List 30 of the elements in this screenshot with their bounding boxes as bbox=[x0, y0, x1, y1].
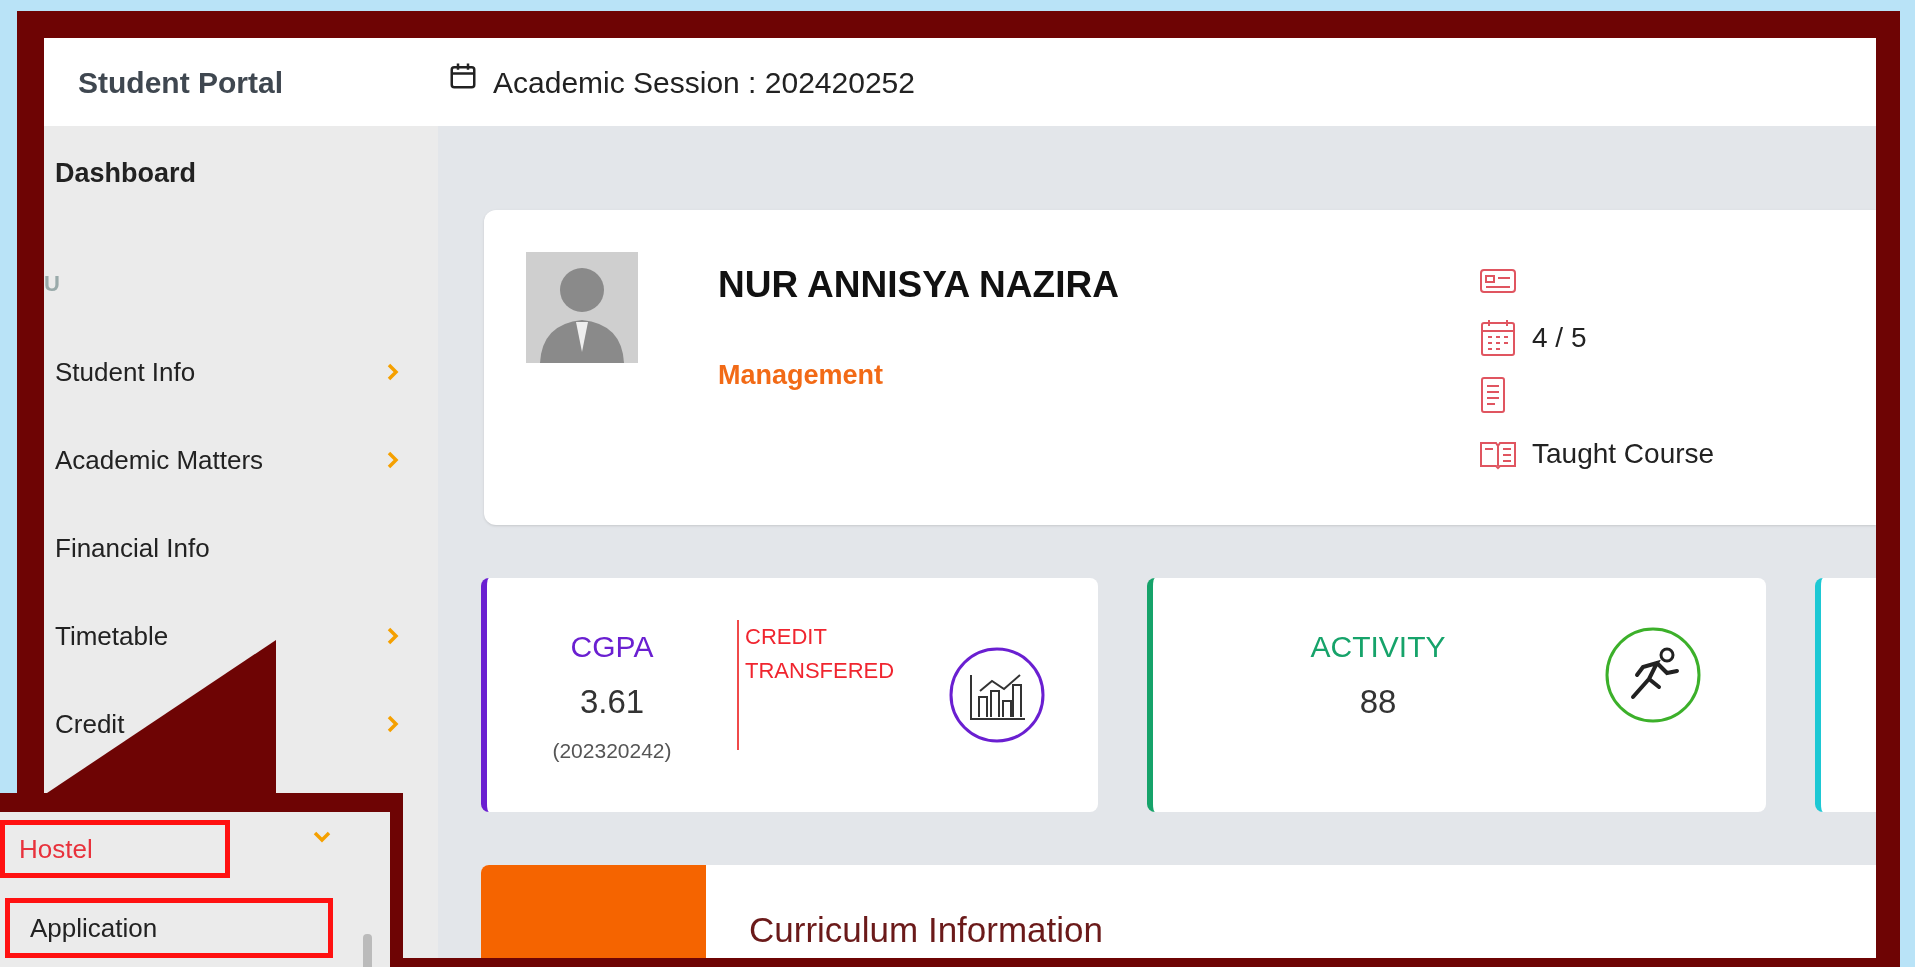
cgpa-session: (202320242) bbox=[552, 737, 672, 764]
academic-session: Academic Session : 202420252 bbox=[493, 64, 915, 101]
sidebar-heading[interactable]: Dashboard bbox=[44, 126, 438, 241]
sidebar-item[interactable]: Academic Matters bbox=[44, 416, 438, 504]
hostel-menu-item[interactable]: Hostel bbox=[0, 820, 230, 878]
section-label: U bbox=[44, 270, 61, 298]
activity-value: 88 bbox=[1359, 681, 1397, 722]
chevron-right-icon bbox=[386, 626, 400, 646]
scrollbar-thumb bbox=[363, 934, 372, 967]
sidebar-item[interactable]: Financial Info bbox=[44, 504, 438, 592]
student-name: NUR ANNISYA NAZIRA bbox=[718, 263, 1120, 307]
calendar-icon bbox=[448, 61, 478, 91]
detail-text: 4 / 5 bbox=[1532, 321, 1587, 355]
cgpa-value: 3.61 bbox=[579, 682, 645, 722]
chevron-right-icon bbox=[386, 450, 400, 470]
cgpa-label: CGPA bbox=[570, 629, 654, 665]
chevron-down-icon[interactable] bbox=[312, 830, 332, 844]
calendar-icon bbox=[1478, 317, 1518, 359]
chevron-right-icon bbox=[386, 714, 400, 734]
runner-icon bbox=[1603, 625, 1703, 725]
submenu-item[interactable]: Application bbox=[5, 898, 333, 958]
detail-text: Taught Course bbox=[1532, 437, 1715, 471]
activity-label: ACTIVITY bbox=[1310, 628, 1446, 665]
programme-name: Management bbox=[718, 358, 885, 392]
credit-transfer-label: CREDIT TRANSFERED bbox=[737, 620, 897, 750]
curriculum-title: Curriculum Information bbox=[748, 908, 1103, 951]
bar-chart-icon bbox=[947, 645, 1047, 745]
chevron-right-icon bbox=[386, 362, 400, 382]
portal-title: Student Portal bbox=[77, 64, 284, 101]
sidebar-item[interactable]: Student Info bbox=[44, 328, 438, 416]
